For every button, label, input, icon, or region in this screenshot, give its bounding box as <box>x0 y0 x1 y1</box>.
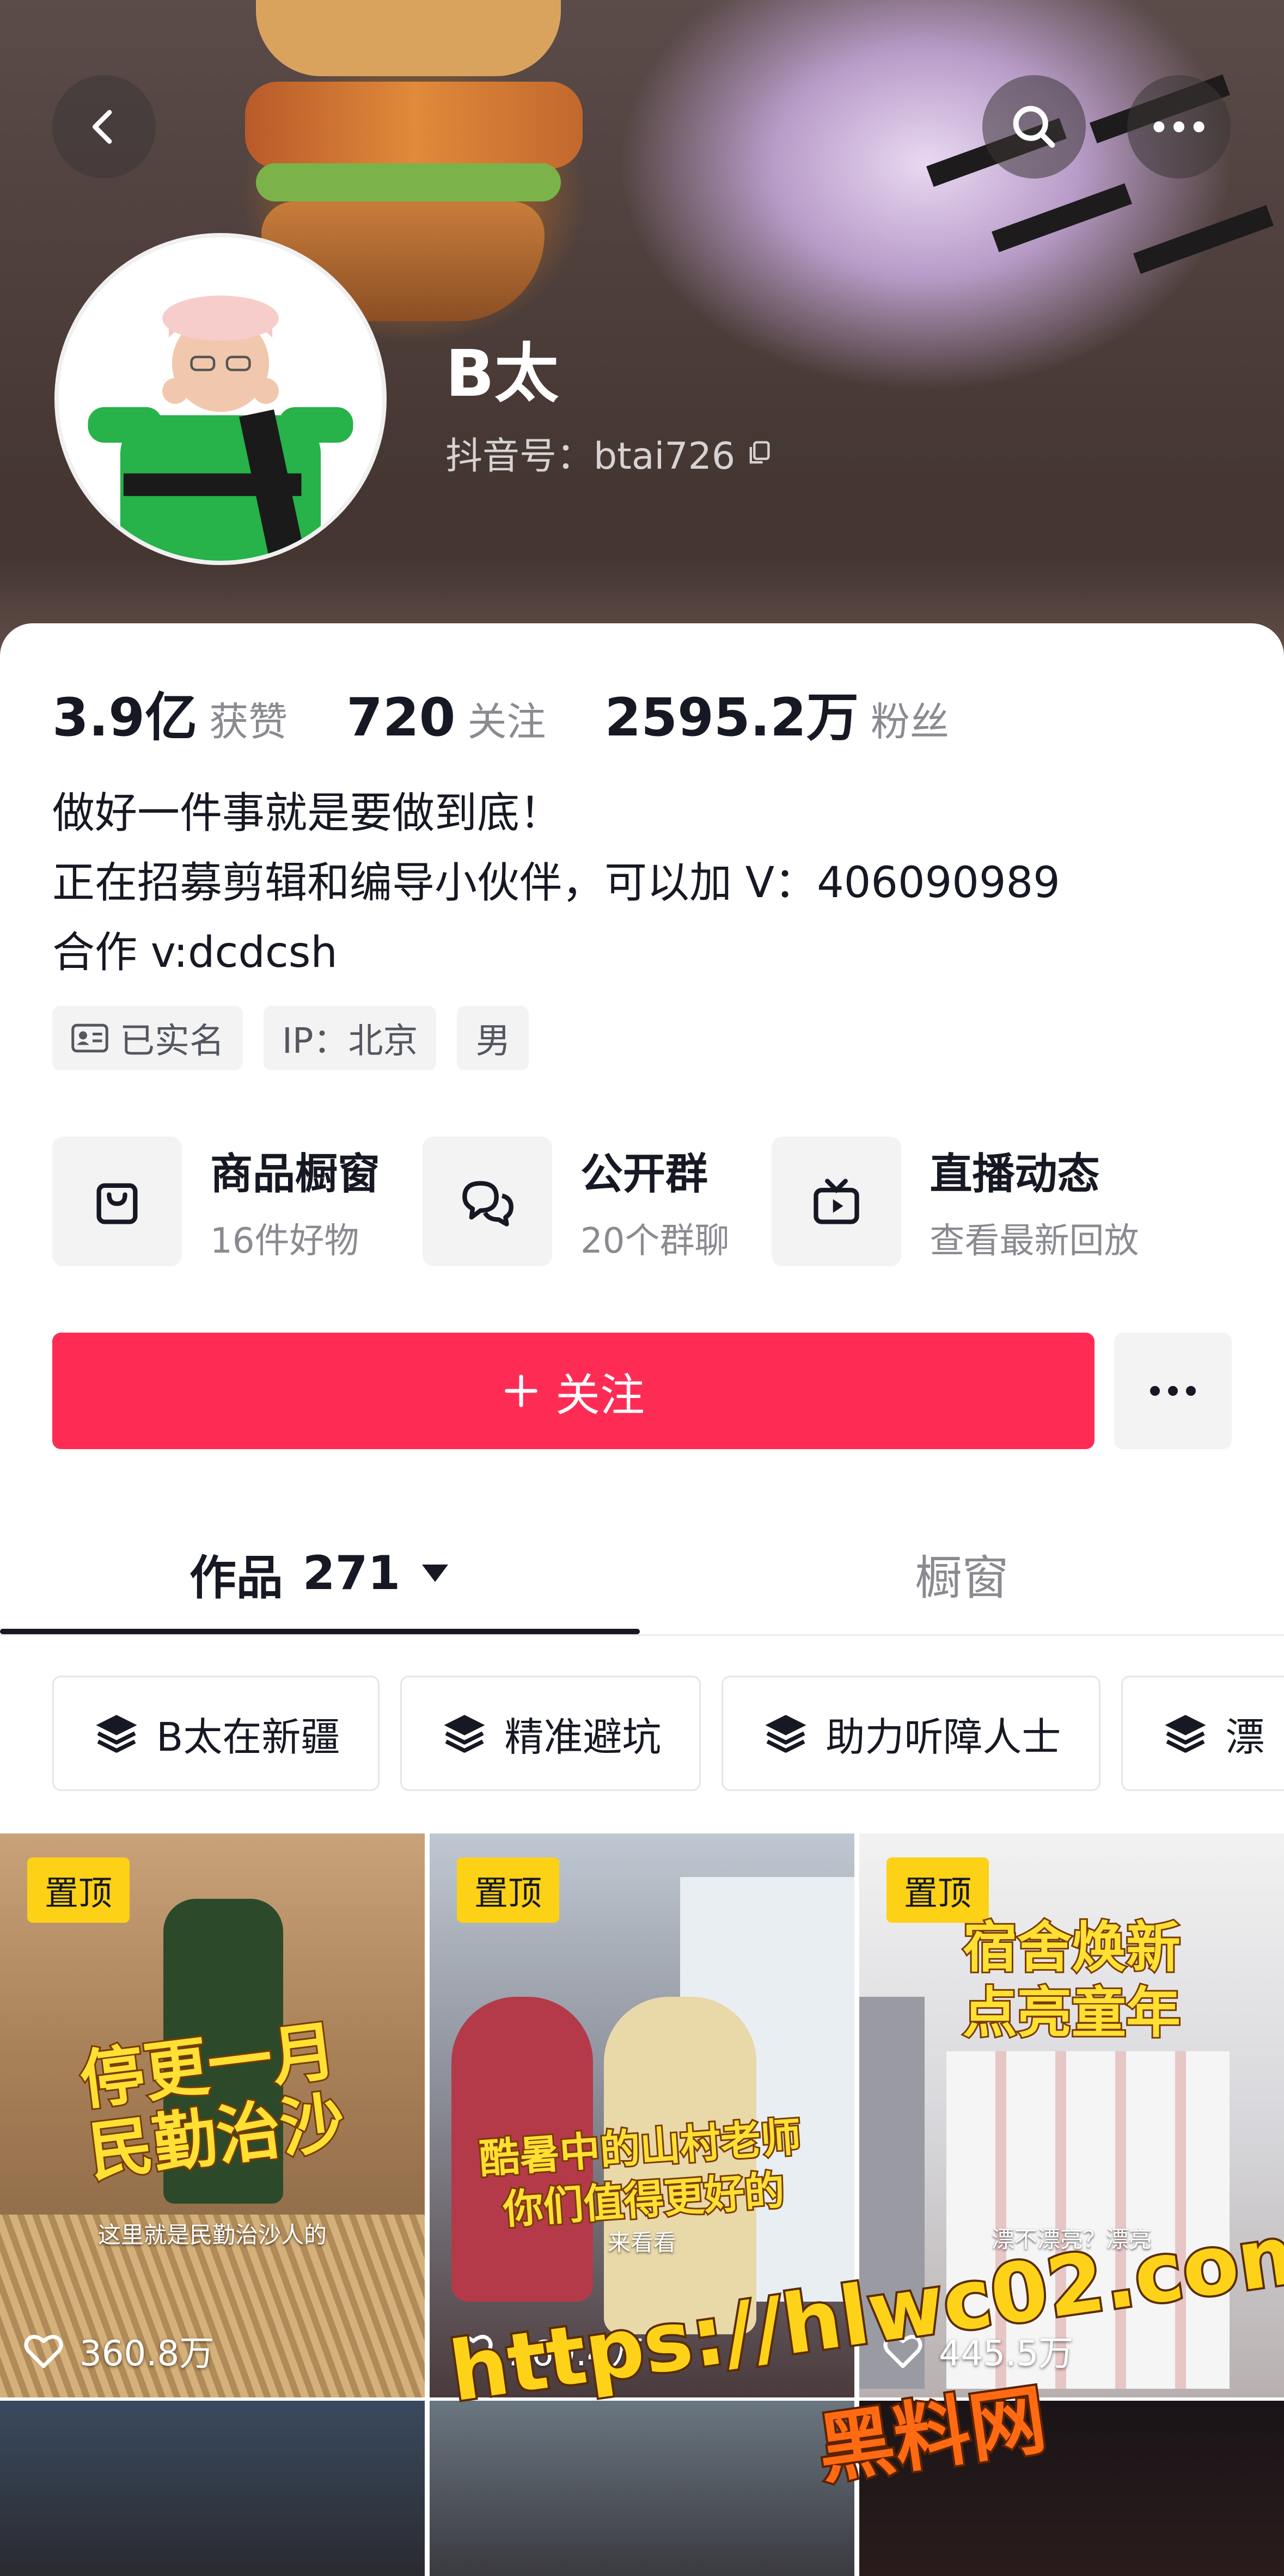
video-thumbnail[interactable]: 置顶 停更一月 民勤治沙 这里就是民勤治沙人的 360.8万 <box>0 1833 425 2397</box>
shopping-bag-icon <box>96 1183 138 1224</box>
collections-row: B太在新疆 精准避坑 助力听障人士 漂 <box>52 1676 1284 1791</box>
heart-icon <box>24 2335 63 2368</box>
collection-chip[interactable]: B太在新疆 <box>52 1676 380 1791</box>
tag-ip-label: IP：北京 <box>282 1021 418 1062</box>
collection-chip[interactable]: 助力听障人士 <box>722 1676 1101 1791</box>
feature-shop-icon-box <box>52 1137 182 1266</box>
feature-public-group[interactable]: 公开群 20个群聊 <box>423 1137 729 1266</box>
tv-icon <box>814 1179 860 1224</box>
profile-tags: 已实名 IP：北京 男 <box>52 1006 529 1070</box>
tab-works-label: 作品 <box>189 1550 283 1605</box>
bio-line: 合作 v:dcdcsh <box>52 928 338 977</box>
feature-live-sub: 查看最新回放 <box>930 1221 1139 1261</box>
avatar[interactable] <box>54 233 387 565</box>
feature-live[interactable]: 直播动态 查看最新回放 <box>772 1137 1139 1266</box>
search-button[interactable] <box>982 75 1086 179</box>
likes-label: 获赞 <box>209 699 288 745</box>
bio: 做好一件事就是要做到底！ 正在招募剪辑和编导小伙伴，可以加 V：40609098… <box>52 778 1060 988</box>
layers-icon <box>444 1715 485 1753</box>
video-caption: 来看看 <box>607 2229 676 2256</box>
follow-button-label: 关注 <box>555 1369 645 1421</box>
follow-button[interactable]: 关注 <box>52 1333 1095 1449</box>
feature-group-title: 公开群 <box>580 1150 708 1199</box>
cover-burger-bun <box>256 0 561 76</box>
followers-count[interactable]: 2595.2万 <box>604 675 858 751</box>
collection-chip-label: 助力听障人士 <box>826 1714 1061 1760</box>
avatar-person-illustration <box>59 237 382 561</box>
following-label[interactable]: 关注 <box>467 690 546 747</box>
tag-gender: 男 <box>457 1006 529 1070</box>
copy-icon[interactable] <box>745 439 773 467</box>
pinned-badge: 置顶 <box>886 1857 989 1923</box>
layers-icon <box>1165 1715 1206 1753</box>
tab-window[interactable]: 橱窗 <box>640 1513 1284 1633</box>
collection-chip[interactable]: 精准避坑 <box>400 1676 701 1791</box>
video-title-overlay: 宿舍焕新 点亮童年 <box>961 1914 1182 2046</box>
back-button[interactable] <box>52 75 156 179</box>
profile-handle[interactable]: 抖音号：btai726 <box>445 426 773 480</box>
bio-line: 做好一件事就是要做到底！ <box>52 789 562 838</box>
followers-label[interactable]: 粉丝 <box>871 690 949 747</box>
more-options-button[interactable] <box>1127 75 1231 179</box>
collection-chip[interactable]: 漂 <box>1121 1676 1284 1791</box>
video-caption: 这里就是民勤治沙人的 <box>97 2222 327 2248</box>
video-thumbnail[interactable] <box>0 2401 425 2576</box>
plus-icon <box>505 1375 537 1407</box>
search-icon <box>1013 106 1055 148</box>
caret-down-icon[interactable] <box>420 1562 450 1584</box>
more-actions-button[interactable] <box>1114 1333 1232 1449</box>
tab-divider <box>0 1634 1284 1636</box>
collection-chip-label: 精准避坑 <box>504 1714 662 1760</box>
cover-burger-lettuce <box>256 163 561 201</box>
following-count[interactable]: 720 <box>346 687 455 748</box>
feature-shop-sub: 16件好物 <box>210 1221 359 1261</box>
tag-verified-label: 已实名 <box>120 1021 224 1062</box>
feature-live-icon-box <box>772 1137 902 1266</box>
tab-works-count: 271 <box>302 1546 401 1600</box>
layers-icon <box>96 1715 137 1753</box>
tag-ip: IP：北京 <box>264 1006 437 1070</box>
tag-verified[interactable]: 已实名 <box>52 1006 243 1070</box>
feature-group-sub: 20个群聊 <box>580 1221 730 1261</box>
feature-live-title: 直播动态 <box>930 1150 1100 1199</box>
profile-name: B太 <box>445 336 559 411</box>
video-title-overlay: 停更一月 民勤治沙 <box>74 2011 350 2192</box>
cover-sweater-stripe <box>1133 205 1274 274</box>
more-dots-icon <box>1150 1386 1196 1396</box>
collection-chip-label: 漂 <box>1225 1714 1265 1760</box>
profile-handle-text: 抖音号：btai726 <box>445 435 736 478</box>
feature-entries: 商品橱窗 16件好物 公开群 20个群聊 直播动态 查看最新回放 <box>52 1137 1181 1266</box>
pinned-badge: 置顶 <box>457 1857 560 1923</box>
tag-gender-label: 男 <box>475 1021 511 1062</box>
layers-icon <box>765 1715 806 1753</box>
tab-works[interactable]: 作品 271 <box>0 1513 640 1633</box>
video-likes-count: 360.8万 <box>80 2334 215 2374</box>
feature-group-icon-box <box>423 1137 553 1266</box>
video-likes: 360.8万 <box>23 2326 214 2376</box>
chat-bubbles-icon <box>462 1181 513 1226</box>
cover-burger-filling <box>245 82 583 169</box>
feature-shop-title: 商品橱窗 <box>210 1150 381 1199</box>
tab-active-indicator <box>0 1629 640 1634</box>
pinned-badge: 置顶 <box>27 1857 130 1923</box>
video-thumbnail[interactable] <box>430 2401 854 2576</box>
content-tabs: 作品 271 橱窗 <box>0 1513 1284 1639</box>
collection-chip-label: B太在新疆 <box>156 1714 340 1760</box>
id-card-icon <box>71 1023 108 1053</box>
more-dots-icon <box>1153 121 1204 132</box>
cover-sweater-stripe <box>991 183 1133 253</box>
likes-count: 3.9亿 <box>52 687 198 748</box>
feature-shop-window[interactable]: 商品橱窗 16件好物 <box>52 1137 380 1266</box>
chevron-left-icon <box>93 110 112 144</box>
tab-window-label: 橱窗 <box>915 1550 1009 1605</box>
stats-row: 3.9亿 获赞 720 关注 2595.2万 粉丝 <box>52 675 1008 751</box>
bio-line: 正在招募剪辑和编导小伙伴，可以加 V：406090989 <box>52 858 1060 907</box>
